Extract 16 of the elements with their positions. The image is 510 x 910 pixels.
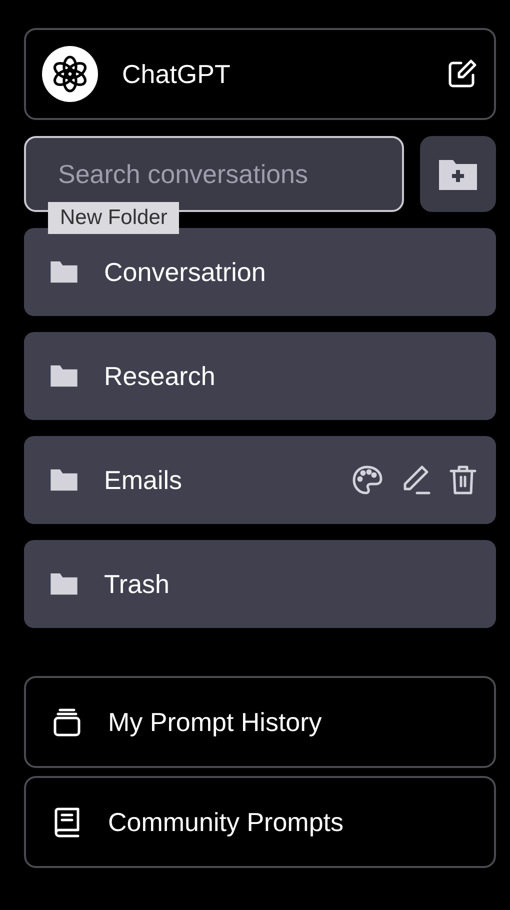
- tooltip: New Folder: [48, 202, 180, 234]
- folder-name: Trash: [104, 568, 170, 600]
- logo-icon: [42, 46, 98, 102]
- folder-item[interactable]: Emails: [24, 436, 496, 524]
- folder-item[interactable]: Research: [24, 332, 496, 420]
- folder-item[interactable]: Trash: [24, 540, 496, 628]
- folder-name: Research: [104, 360, 216, 392]
- folder-item[interactable]: Conversatrion: [24, 228, 496, 316]
- app-title: ChatGPT: [122, 58, 232, 90]
- palette-icon[interactable]: [350, 463, 384, 497]
- folder-name: Emails: [104, 464, 184, 496]
- folder-name: Conversatrion: [104, 256, 267, 288]
- edit-icon[interactable]: [446, 58, 478, 90]
- new-folder-button[interactable]: [420, 136, 496, 212]
- nav-link[interactable]: Community Prompts: [24, 776, 496, 868]
- nav-link[interactable]: My Prompt History: [24, 676, 496, 768]
